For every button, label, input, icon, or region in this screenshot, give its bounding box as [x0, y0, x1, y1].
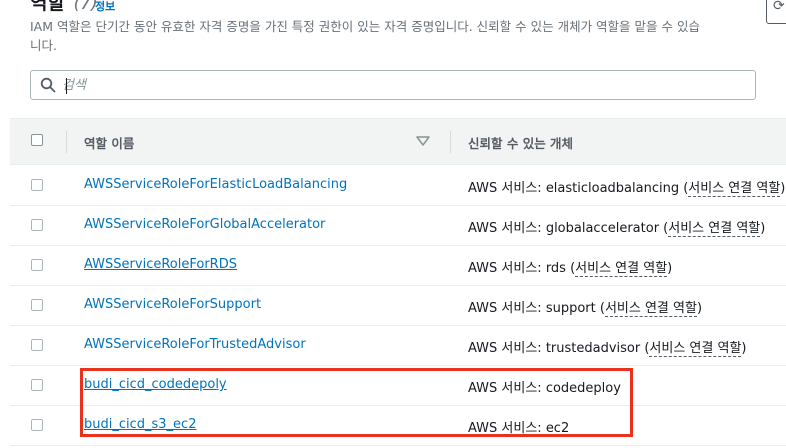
- refresh-icon: ⟳: [773, 0, 785, 14]
- table-row: AWSServiceRoleForRDS AWS 서비스: rds (서비스 연…: [10, 246, 786, 286]
- trusted-entity-suffix: ): [741, 341, 747, 356]
- trusted-entity-cell: AWS 서비스: globalaccelerator (서비스 연결 역할): [468, 217, 766, 237]
- trusted-entity-text: AWS 서비스: trustedadvisor (: [468, 341, 650, 356]
- page-title-text: 역할: [30, 0, 65, 14]
- service-linked-role-tooltip[interactable]: 서비스 연결 역할: [668, 221, 761, 237]
- role-name-link[interactable]: AWSServiceRoleForSupport: [84, 297, 261, 312]
- info-link[interactable]: 정보: [95, 0, 115, 14]
- column-header-role-name[interactable]: 역할 이름: [84, 133, 134, 152]
- row-checkbox[interactable]: [31, 339, 43, 351]
- row-checkbox[interactable]: [31, 179, 43, 191]
- column-divider: [66, 131, 67, 153]
- trusted-entity-text: AWS 서비스: elasticloadbalancing (: [468, 181, 689, 196]
- search-icon: [40, 77, 56, 93]
- trusted-entity-suffix: ): [667, 261, 673, 276]
- refresh-button[interactable]: ⟳: [766, 0, 786, 24]
- row-checkbox[interactable]: [31, 379, 43, 391]
- page-title: 역할 (7): [30, 0, 98, 15]
- select-all-checkbox[interactable]: [31, 134, 43, 146]
- table-row: AWSServiceRoleForTrustedAdvisor AWS 서비스:…: [10, 326, 786, 366]
- role-name-link[interactable]: AWSServiceRoleForElasticLoadBalancing: [84, 177, 347, 192]
- search-box[interactable]: [30, 70, 756, 100]
- role-name-link[interactable]: budi_cicd_codedepoly: [84, 377, 227, 392]
- column-divider: [450, 131, 451, 153]
- row-checkbox[interactable]: [31, 419, 43, 431]
- sort-descending-icon[interactable]: [416, 136, 430, 146]
- trusted-entity-cell: AWS 서비스: elasticloadbalancing (서비스 연결 역할…: [468, 177, 786, 197]
- service-linked-role-tooltip[interactable]: 서비스 연결 역할: [649, 341, 742, 357]
- trusted-entity-cell: AWS 서비스: ec2: [468, 417, 569, 436]
- role-name-link[interactable]: AWSServiceRoleForGlobalAccelerator: [84, 217, 325, 232]
- role-name-link[interactable]: AWSServiceRoleForTrustedAdvisor: [84, 337, 306, 352]
- table-row: AWSServiceRoleForSupport AWS 서비스: suppor…: [10, 286, 786, 326]
- page-description: IAM 역할은 단기간 동안 유효한 자격 증명을 가진 특정 권한이 있는 자…: [30, 19, 700, 53]
- trusted-entity-text: AWS 서비스: support (: [468, 301, 605, 316]
- trusted-entity-cell: AWS 서비스: support (서비스 연결 역할): [468, 297, 703, 317]
- service-linked-role-tooltip[interactable]: 서비스 연결 역할: [604, 301, 697, 317]
- column-header-trusted-entity[interactable]: 신뢰할 수 있는 개체: [468, 133, 573, 152]
- trusted-entity-cell: AWS 서비스: codedeploy: [468, 377, 621, 396]
- table-row: AWSServiceRoleForGlobalAccelerator AWS 서…: [10, 206, 786, 246]
- row-checkbox[interactable]: [31, 299, 43, 311]
- text-cursor: [66, 78, 67, 94]
- trusted-entity-text: AWS 서비스: ec2: [468, 421, 570, 436]
- row-checkbox[interactable]: [31, 219, 43, 231]
- table-row: budi_cicd_s3_ec2 AWS 서비스: ec2: [10, 406, 786, 446]
- row-checkbox[interactable]: [31, 259, 43, 271]
- table-header: 역할 이름 신뢰할 수 있는 개체: [10, 118, 786, 165]
- service-linked-role-tooltip[interactable]: 서비스 연결 역할: [575, 261, 668, 277]
- role-name-link[interactable]: AWSServiceRoleForRDS: [84, 257, 237, 272]
- role-name-link[interactable]: budi_cicd_s3_ec2: [84, 417, 196, 432]
- trusted-entity-suffix: ): [780, 181, 786, 196]
- trusted-entity-text: AWS 서비스: rds (: [468, 261, 576, 276]
- service-linked-role-tooltip[interactable]: 서비스 연결 역할: [688, 181, 781, 197]
- trusted-entity-text: AWS 서비스: codedeploy: [468, 381, 621, 396]
- trusted-entity-suffix: ): [696, 301, 703, 316]
- trusted-entity-suffix: ): [760, 221, 766, 236]
- trusted-entity-text: AWS 서비스: globalaccelerator (: [468, 221, 669, 236]
- search-input[interactable]: [62, 74, 742, 96]
- trusted-entity-cell: AWS 서비스: trustedadvisor (서비스 연결 역할): [468, 337, 747, 357]
- trusted-entity-cell: AWS 서비스: rds (서비스 연결 역할): [468, 257, 673, 277]
- table-row: AWSServiceRoleForElasticLoadBalancing AW…: [10, 166, 786, 206]
- table-row: budi_cicd_codedepoly AWS 서비스: codedeploy: [10, 366, 786, 406]
